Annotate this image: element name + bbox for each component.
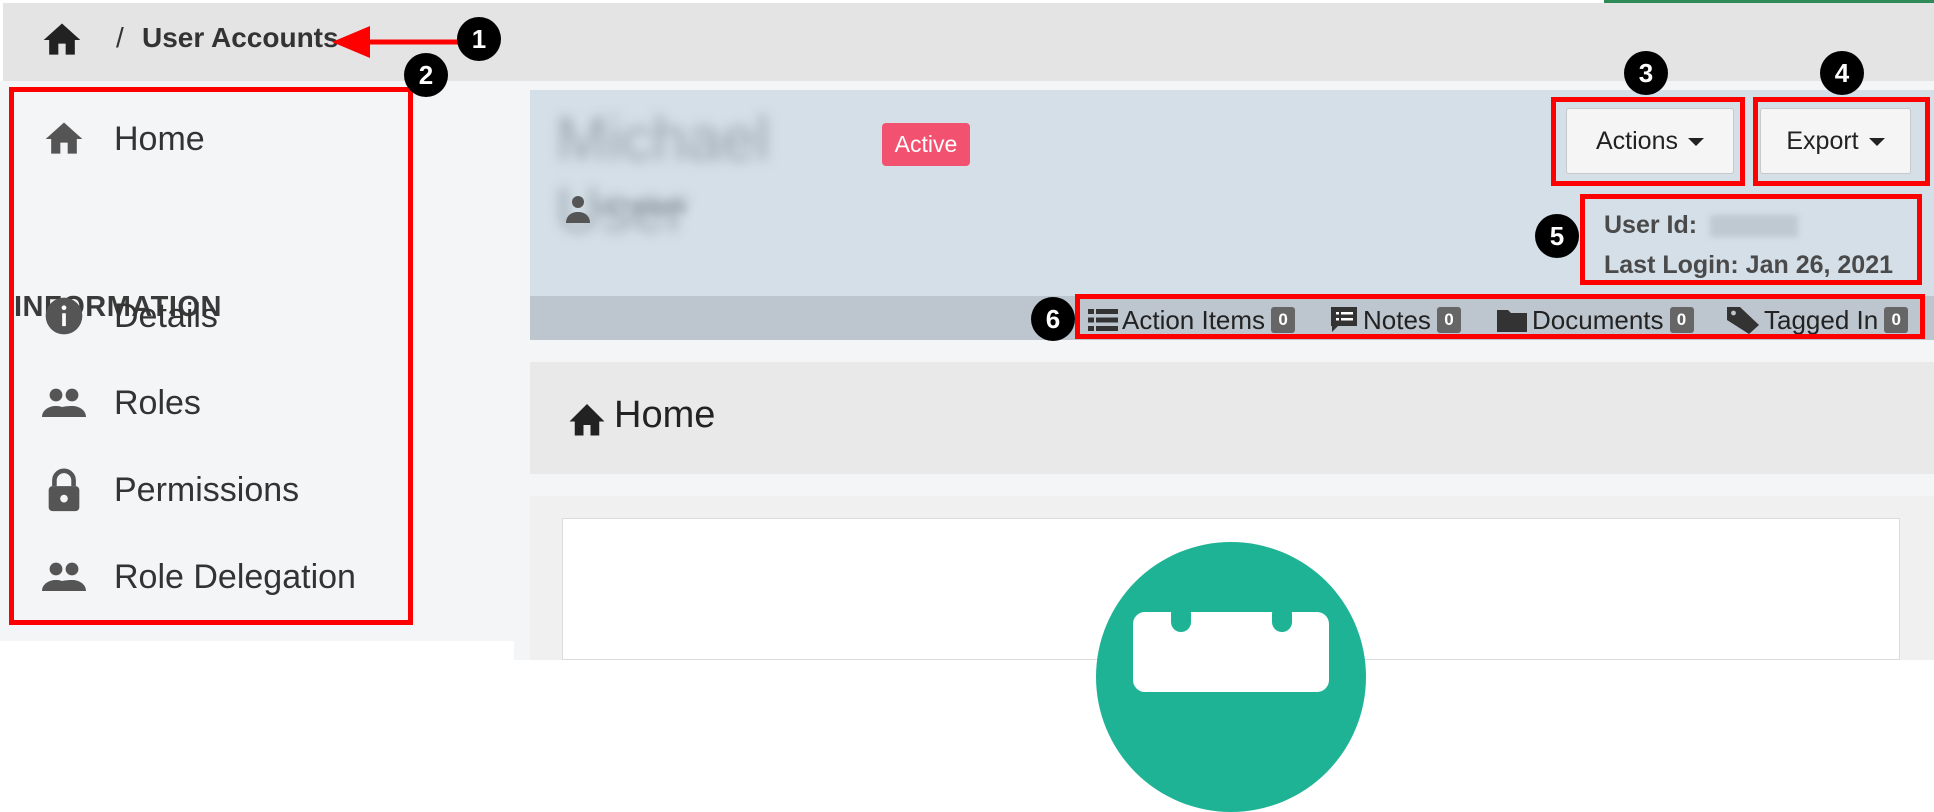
annotation-marker-4: 4	[1820, 51, 1864, 95]
annotation-box-5	[1580, 194, 1922, 285]
annotation-marker-6: 6	[1031, 297, 1075, 341]
annotation-marker-3: 3	[1624, 51, 1668, 95]
calendar-ring	[1272, 604, 1292, 632]
user-name: Michael User	[556, 105, 770, 245]
annotation-box-3	[1551, 97, 1745, 186]
status-badge: Active	[882, 123, 970, 166]
username: U1T99BBN	[596, 198, 688, 218]
annotation-arrow-1	[332, 26, 460, 58]
section-title: Home	[614, 394, 716, 436]
annotation-marker-5: 5	[1535, 214, 1579, 258]
user-icon	[566, 195, 590, 223]
breadcrumb-separator: /	[116, 22, 124, 53]
home-icon[interactable]	[40, 18, 84, 62]
calendar-icon	[1133, 612, 1329, 692]
breadcrumb-current[interactable]: User Accounts	[142, 22, 339, 54]
annotation-marker-1: 1	[457, 17, 501, 61]
annotation-box-2	[9, 87, 413, 625]
calendar-ring	[1171, 604, 1191, 632]
home-icon	[566, 398, 608, 438]
annotation-marker-2: 2	[404, 53, 448, 97]
annotation-box-6	[1075, 294, 1925, 339]
annotation-box-4	[1753, 97, 1930, 186]
section-header	[530, 362, 1934, 474]
top-accent-line	[1604, 0, 1934, 3]
